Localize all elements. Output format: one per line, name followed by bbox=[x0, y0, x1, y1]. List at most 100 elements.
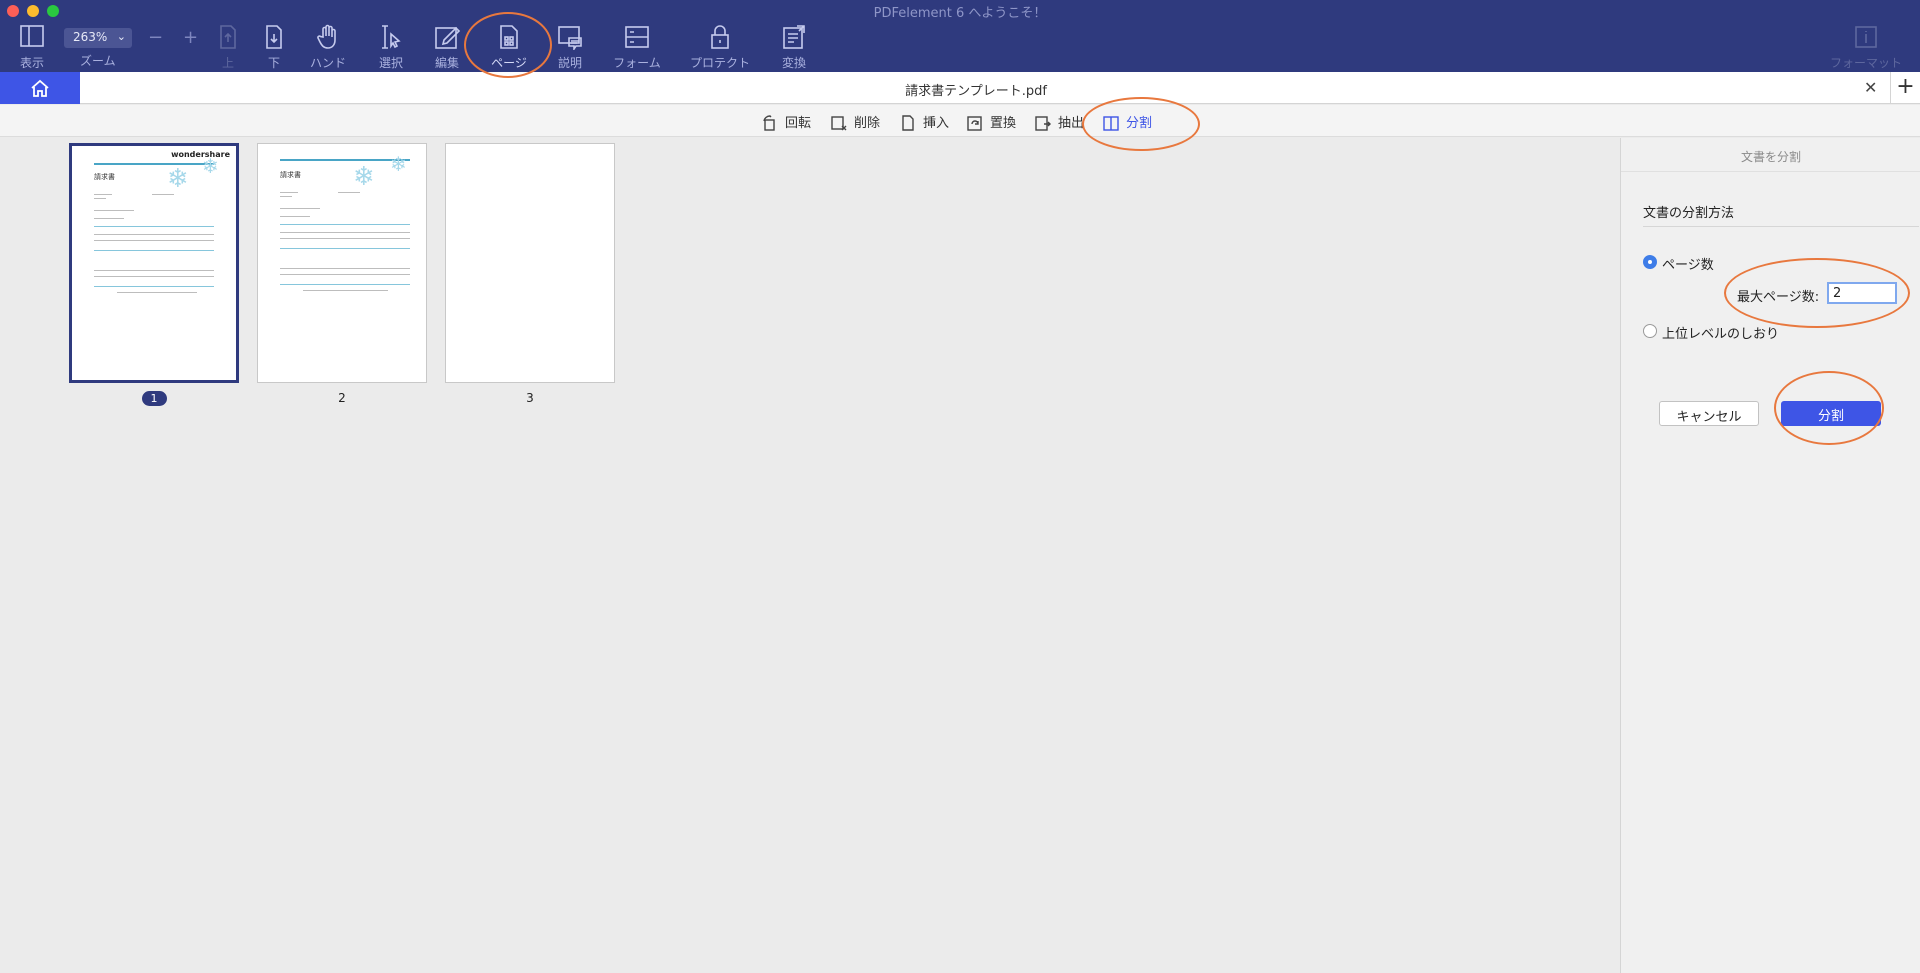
comment-tool-label: 説明 bbox=[557, 56, 582, 70]
thumbnail-header-rule bbox=[94, 163, 214, 165]
max-pages-label: 最大ページ数: bbox=[1737, 290, 1820, 305]
thumbnail-table-rule bbox=[280, 284, 410, 285]
convert-icon bbox=[780, 24, 808, 50]
close-tab-icon[interactable]: ✕ bbox=[1864, 78, 1877, 97]
thumbnail-heading: 請求書 bbox=[94, 173, 115, 181]
form-tool-label: フォーム bbox=[613, 56, 661, 70]
split-panel: 文書を分割 文書の分割方法 ページ数 最大ページ数: 上位レベルのしおり キャン… bbox=[1620, 138, 1920, 973]
page-number-label: 3 bbox=[526, 391, 534, 405]
format-tool-button[interactable]: フォーマット bbox=[1828, 24, 1904, 71]
thumbnail-text-line bbox=[280, 192, 298, 193]
view-label: 表示 bbox=[19, 56, 44, 70]
page-grid-icon bbox=[489, 24, 529, 50]
zoom-label: ズーム bbox=[80, 54, 116, 68]
insert-button[interactable]: 挿入 bbox=[900, 112, 949, 131]
radio-top-bookmarks-label[interactable]: 上位レベルのしおり bbox=[1662, 323, 1779, 342]
thumbnail-text-line bbox=[280, 208, 320, 209]
split-tool-button[interactable]: 分割 bbox=[1103, 112, 1152, 131]
insert-page-icon bbox=[902, 115, 914, 131]
snowflake-icon: ❄ bbox=[167, 164, 189, 194]
zoom-in-button[interactable]: + bbox=[183, 27, 198, 48]
edit-icon bbox=[432, 24, 462, 50]
replace-button[interactable]: 置換 bbox=[967, 112, 1016, 131]
hand-tool-button[interactable]: ハンド bbox=[308, 24, 348, 71]
split-button[interactable]: 分割 bbox=[1781, 401, 1881, 426]
split-page-icon bbox=[1103, 116, 1119, 131]
zoom-out-button[interactable]: − bbox=[148, 27, 163, 48]
home-tab[interactable] bbox=[0, 72, 80, 104]
thumbnail-table-row bbox=[94, 276, 214, 277]
page-tool-button[interactable]: ページ bbox=[489, 24, 529, 71]
thumbnail-table-row bbox=[280, 232, 410, 233]
edit-tool-button[interactable]: 編集 bbox=[432, 24, 462, 71]
protect-tool-button[interactable]: プロテクト bbox=[689, 24, 751, 71]
thumbnail-table-rule bbox=[280, 248, 410, 249]
rotate-label: 回転 bbox=[785, 116, 812, 131]
select-tool-button[interactable]: 選択 bbox=[376, 24, 406, 71]
page-number-label: 1 bbox=[69, 391, 239, 406]
cancel-button[interactable]: キャンセル bbox=[1659, 401, 1759, 426]
page-down-icon bbox=[260, 24, 288, 50]
thumbnail-text-line bbox=[94, 218, 124, 219]
thumbnail-text-line bbox=[338, 192, 360, 193]
home-icon bbox=[31, 79, 49, 97]
page-up-icon bbox=[214, 24, 242, 50]
panel-header: 文書を分割 bbox=[1621, 138, 1920, 172]
add-tab-button[interactable]: + bbox=[1890, 72, 1920, 104]
page-thumbnail[interactable]: wondershare 請求書 ❄ ❄ bbox=[69, 143, 239, 383]
page-number-label: 2 bbox=[338, 391, 346, 405]
form-icon bbox=[612, 24, 662, 50]
edit-tool-label: 編集 bbox=[434, 56, 459, 70]
divider bbox=[1643, 226, 1919, 227]
prev-page-label: 上 bbox=[221, 56, 234, 70]
document-tab-bar: 請求書テンプレート.pdf ✕ + bbox=[0, 72, 1920, 104]
view-button[interactable]: 表示 bbox=[16, 24, 48, 71]
snowflake-icon: ❄ bbox=[390, 152, 407, 176]
thumbnail-text-line bbox=[152, 194, 174, 195]
radio-top-bookmarks[interactable] bbox=[1643, 324, 1657, 338]
thumbnail-table-row bbox=[280, 238, 410, 239]
convert-tool-label: 変換 bbox=[781, 56, 806, 70]
thumbnail-heading: 請求書 bbox=[280, 171, 301, 179]
main-toolbar: PDFelement 6 へようこそ！ 表示 263% ⌄ ズーム − + 上 … bbox=[0, 0, 1920, 72]
delete-button[interactable]: 削除 bbox=[831, 112, 880, 131]
select-tool-label: 選択 bbox=[378, 56, 403, 70]
snowflake-icon: ❄ bbox=[353, 162, 375, 192]
thumbnail-text-line bbox=[280, 196, 292, 197]
page-thumbnail[interactable] bbox=[445, 143, 615, 383]
rotate-button[interactable]: 回転 bbox=[762, 112, 811, 131]
form-tool-button[interactable]: フォーム bbox=[612, 24, 662, 71]
hand-tool-label: ハンド bbox=[309, 56, 346, 70]
max-pages-input[interactable] bbox=[1827, 282, 1897, 304]
thumbnail-table-row bbox=[94, 270, 214, 271]
thumbnail-table-rule bbox=[280, 224, 410, 225]
protect-tool-label: プロテクト bbox=[689, 56, 750, 70]
extract-page-icon bbox=[1035, 116, 1051, 131]
radio-page-count[interactable] bbox=[1643, 255, 1657, 269]
replace-label: 置換 bbox=[990, 116, 1017, 131]
document-tab-title[interactable]: 請求書テンプレート.pdf bbox=[80, 80, 1872, 99]
comment-icon bbox=[555, 24, 585, 52]
format-tool-label: フォーマット bbox=[1829, 56, 1902, 70]
window-title: PDFelement 6 へようこそ！ bbox=[873, 6, 1047, 21]
extract-button[interactable]: 抽出 bbox=[1035, 112, 1084, 131]
radio-page-count-label[interactable]: ページ数 bbox=[1662, 254, 1714, 273]
next-page-button[interactable]: 下 bbox=[260, 24, 288, 71]
thumbnail-text-line bbox=[117, 292, 197, 293]
sidebar-icon bbox=[16, 24, 48, 50]
page-number-selected: 1 bbox=[141, 391, 167, 406]
page-thumbnail[interactable]: 請求書 ❄ ❄ bbox=[257, 143, 427, 383]
hand-icon bbox=[308, 24, 348, 50]
chevron-down-icon: ⌄ bbox=[116, 30, 126, 43]
lock-icon bbox=[689, 24, 751, 50]
delete-page-icon bbox=[831, 116, 847, 131]
thumbnail-table-rule bbox=[94, 226, 214, 227]
comment-tool-button[interactable]: 説明 bbox=[555, 24, 585, 71]
convert-tool-button[interactable]: 変換 bbox=[780, 24, 808, 71]
replace-page-icon bbox=[967, 116, 982, 131]
zoom-select[interactable]: 263% ⌄ bbox=[64, 28, 132, 48]
thumbnail-text-line bbox=[94, 198, 106, 199]
thumbnail-table-row bbox=[94, 240, 214, 241]
thumbnail-table-row bbox=[280, 268, 410, 269]
prev-page-button[interactable]: 上 bbox=[214, 24, 242, 71]
